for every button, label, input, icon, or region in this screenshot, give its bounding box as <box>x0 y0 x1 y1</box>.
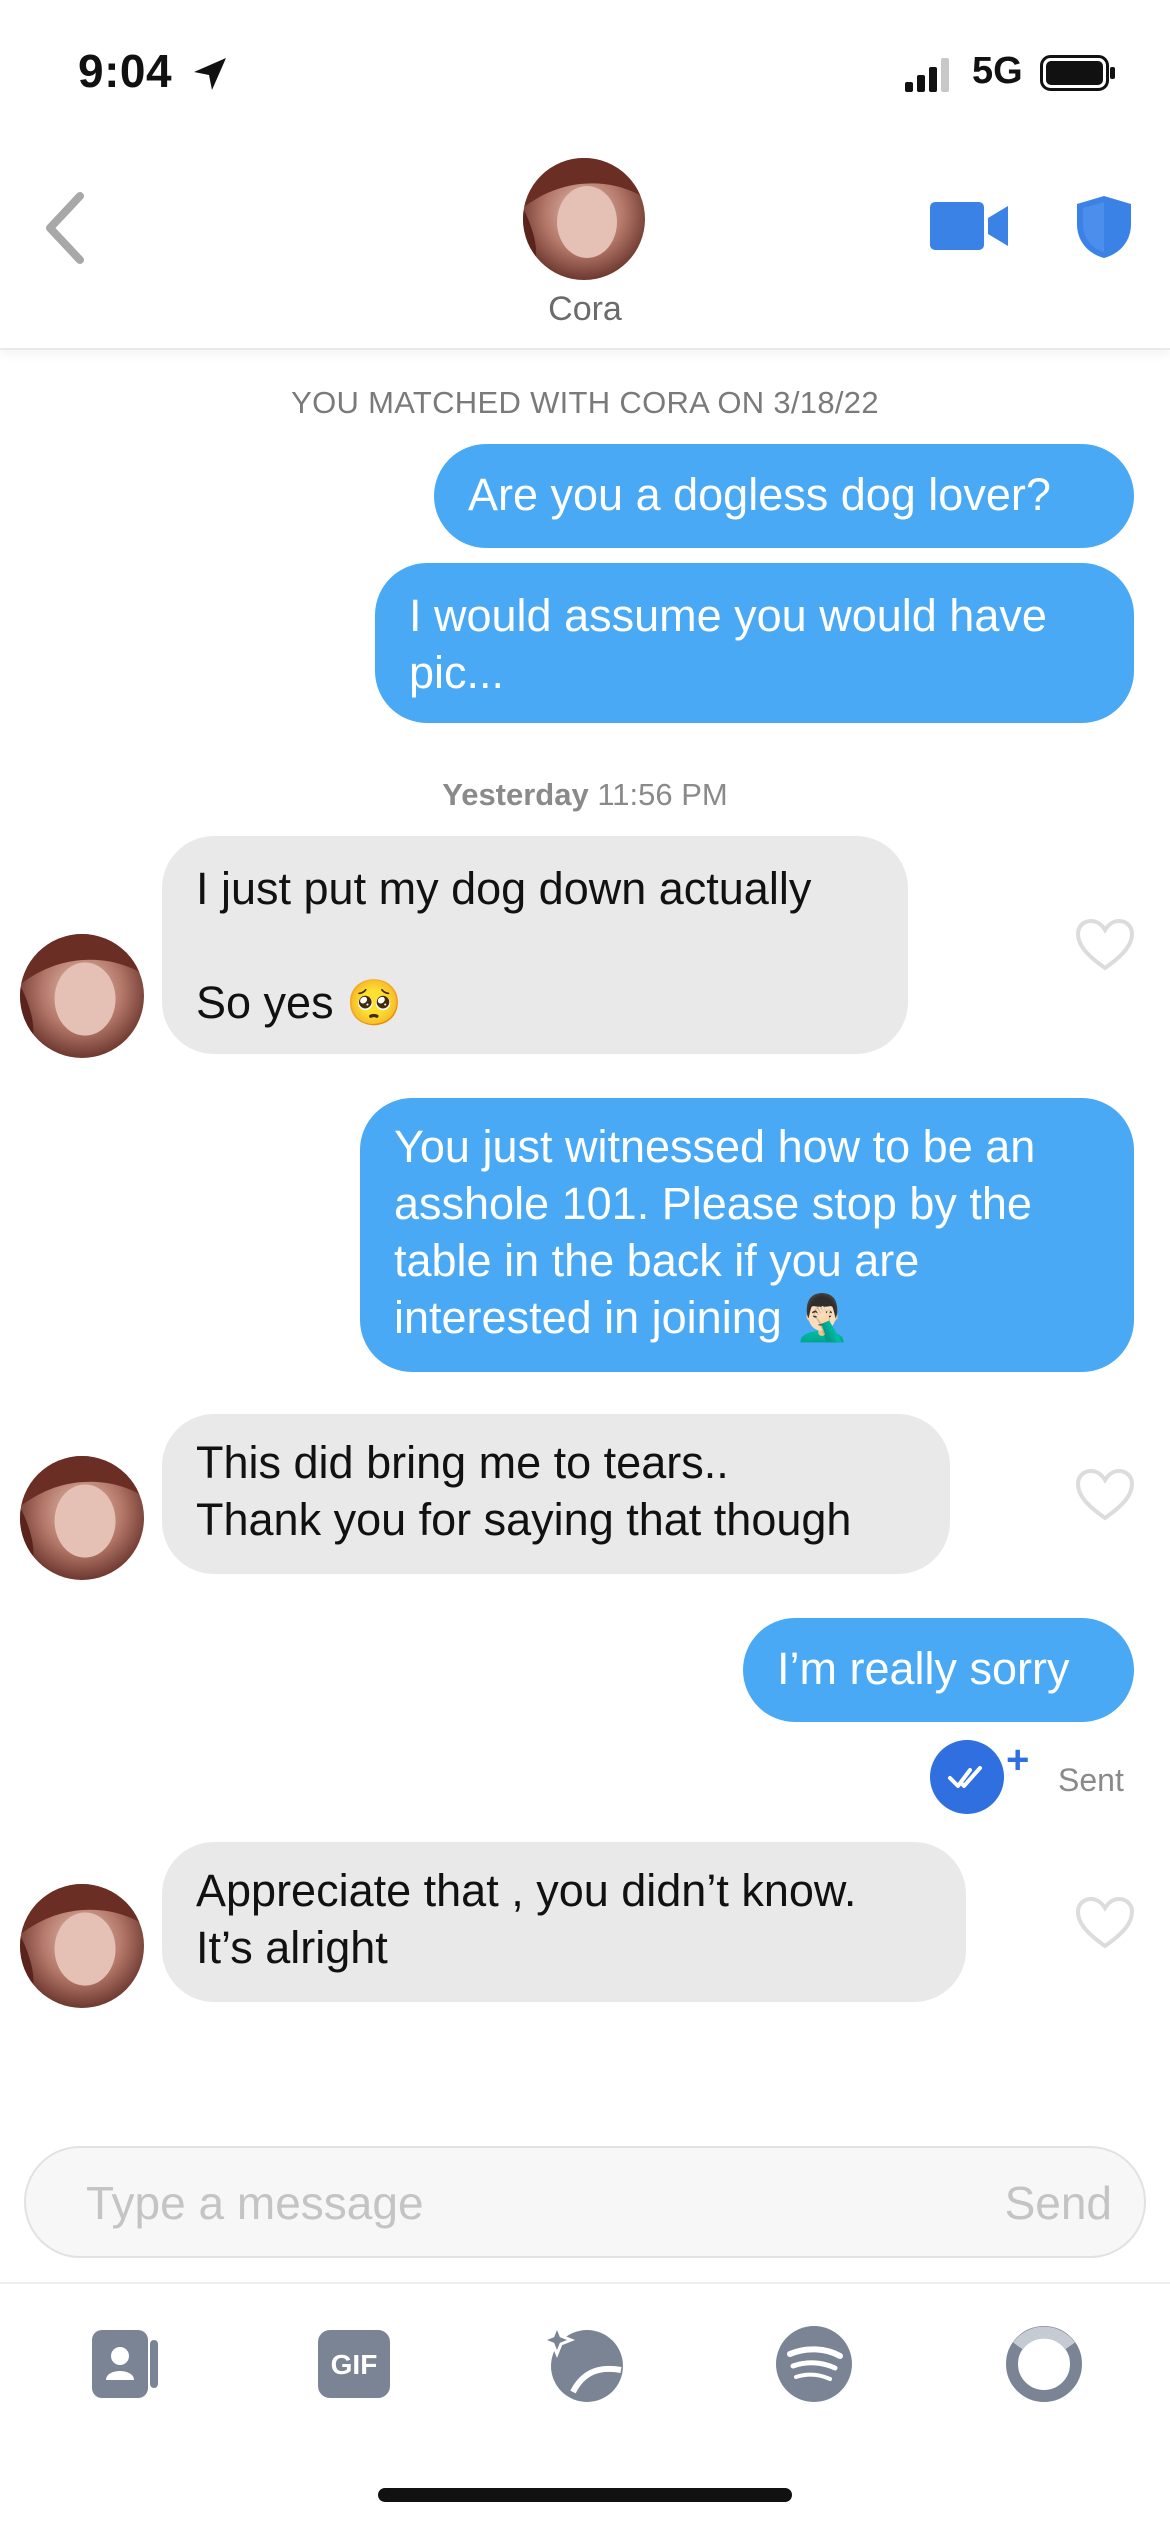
gif-label: GIF <box>331 2349 378 2380</box>
chat-header: Cora <box>0 150 1170 350</box>
spotify-button[interactable] <box>772 2322 856 2406</box>
shield-icon[interactable] <box>1075 194 1133 260</box>
message-input[interactable]: Type a message <box>86 2176 424 2230</box>
home-indicator[interactable] <box>378 2488 792 2502</box>
message-bubble-outgoing[interactable]: I would assume you would have pic... <box>375 563 1134 723</box>
spotify-icon <box>776 2326 852 2402</box>
heart-icon[interactable] <box>1075 918 1135 972</box>
message-bubble-incoming[interactable]: I just put my dog down actually So yes 🥺 <box>162 836 908 1054</box>
sticker-icon <box>543 2322 623 2402</box>
message-bubble-outgoing[interactable]: You just witnessed how to be an asshole … <box>360 1098 1134 1372</box>
sent-status: Sent <box>1058 1762 1124 1798</box>
read-receipt-plus[interactable]: + <box>1006 1738 1029 1783</box>
contact-card-button[interactable] <box>84 2322 168 2406</box>
match-banner: YOU MATCHED WITH CORA ON 3/18/22 <box>291 385 879 420</box>
gif-button[interactable]: GIF <box>312 2322 396 2406</box>
message-bubble-outgoing[interactable]: I’m really sorry <box>743 1618 1134 1722</box>
sender-avatar[interactable] <box>20 934 144 1058</box>
contact-card-icon <box>92 2330 158 2398</box>
message-bubble-incoming[interactable]: Appreciate that , you didn’t know. It’s … <box>162 1842 966 2002</box>
heart-icon[interactable] <box>1075 1468 1135 1522</box>
battery-icon <box>1040 55 1115 91</box>
message-timestamp: Yesterday 11:56 PM <box>0 777 1170 813</box>
message-bubble-incoming[interactable]: This did bring me to tears.. Thank you f… <box>162 1414 950 1574</box>
profile-name[interactable]: Cora <box>0 290 1170 329</box>
message-bubble-outgoing[interactable]: Are you a dogless dog lover? <box>434 444 1134 548</box>
timestamp-day: Yesterday <box>442 777 589 812</box>
status-time: 9:04 <box>78 45 173 97</box>
status-bar: 9:04 5G <box>0 0 1170 150</box>
timestamp-time: 11:56 PM <box>597 777 728 812</box>
video-call-icon[interactable] <box>930 198 1010 254</box>
gif-icon: GIF <box>318 2330 390 2398</box>
sender-avatar[interactable] <box>20 1884 144 2008</box>
sticker-button[interactable] <box>543 2322 627 2406</box>
heart-icon[interactable] <box>1075 1896 1135 1950</box>
read-receipt-icon <box>930 1740 1004 1814</box>
message-composer[interactable]: Type a message Send <box>24 2146 1146 2258</box>
signal-icon <box>905 58 949 92</box>
send-button[interactable]: Send <box>1005 2176 1112 2230</box>
network-label: 5G <box>972 50 1023 92</box>
sender-avatar[interactable] <box>20 1456 144 1580</box>
location-arrow-icon <box>194 58 226 90</box>
more-button[interactable] <box>1002 2322 1086 2406</box>
back-chevron-icon[interactable] <box>40 190 90 266</box>
profile-avatar[interactable] <box>523 158 645 280</box>
loading-ring-icon <box>1006 2326 1082 2402</box>
